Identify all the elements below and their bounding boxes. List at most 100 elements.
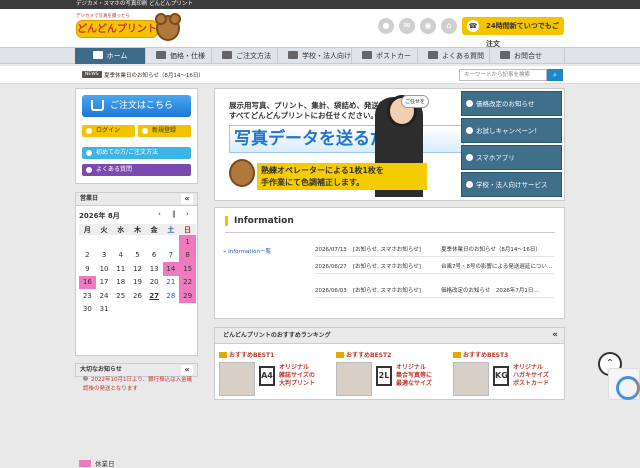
price-icon bbox=[156, 51, 166, 59]
calendar-day[interactable]: 16 bbox=[79, 275, 96, 289]
calendar-day[interactable]: 18 bbox=[112, 276, 129, 290]
calendar-day[interactable]: 30 bbox=[79, 303, 96, 317]
login-button[interactable]: ログイン bbox=[82, 125, 135, 137]
calendar-day[interactable]: 13 bbox=[146, 262, 163, 276]
info-row[interactable]: 2026/06/03 [お知らせ, スマホお知らせ] 価格改定のお知らせ 2026年… bbox=[315, 285, 555, 298]
calendar-day[interactable]: 1 bbox=[179, 235, 196, 249]
nav-price[interactable]: 価格・仕様 bbox=[145, 48, 211, 64]
info-date: 2026/06/03 bbox=[315, 288, 347, 294]
calendar-day bbox=[112, 235, 129, 249]
first-time-button[interactable]: 初めての方/ご注文方法 bbox=[82, 147, 191, 159]
ranking-label: おすすめBEST1 bbox=[219, 350, 274, 359]
calendar-day[interactable]: 24 bbox=[96, 289, 113, 303]
ranking-panel: どんどんプリントのおすすめランキング « おすすめBEST1 A4 オリジナル 雑誌… bbox=[214, 327, 565, 400]
calendar-day[interactable]: 14 bbox=[162, 262, 180, 276]
calendar-day[interactable]: 21 bbox=[163, 276, 180, 290]
ranking-label: おすすめBEST2 bbox=[336, 350, 391, 359]
calendar-day[interactable]: 22 bbox=[179, 275, 196, 289]
info-text: 台風7号・8号の影響による発送遅延につい… bbox=[441, 264, 553, 270]
recaptcha-badge-icon[interactable] bbox=[608, 368, 640, 400]
calendar-day bbox=[129, 303, 146, 317]
calendar-day[interactable]: 27 bbox=[146, 289, 163, 303]
calendar-day[interactable]: 25 bbox=[112, 289, 129, 303]
side-link-smartphone-app[interactable]: スマホアプリ bbox=[461, 145, 562, 170]
school-icon bbox=[288, 51, 298, 59]
calendar-day[interactable]: 8 bbox=[179, 248, 196, 262]
information-panel: Information » Information一覧 2026/07/13 [お… bbox=[214, 207, 565, 319]
collapse-icon[interactable]: « bbox=[552, 331, 558, 340]
ranking-label-text: おすすめBEST2 bbox=[346, 352, 392, 359]
info-row[interactable]: 2026/06/27 [お知らせ, スマホお知らせ] 台風7号・8号の影響による発送… bbox=[315, 261, 555, 274]
ranking-desc-3: 最適なサイズ bbox=[396, 380, 432, 387]
calendar-day[interactable]: 17 bbox=[96, 276, 113, 290]
rss-icon[interactable]: ◉ bbox=[420, 18, 436, 34]
calendar-panel: 2026年 8月 ‹ ‖ › 月火水木金土日 1 2 3 4 5 6 7 8 9 10 11 12 13 1… bbox=[75, 206, 198, 468]
nav-home[interactable]: ホーム bbox=[75, 48, 145, 64]
calendar-day[interactable]: 26 bbox=[129, 289, 146, 303]
logo-tagline: デジカメで写真を撮ったら bbox=[76, 14, 130, 19]
ranking-desc-2: 集合写真等に bbox=[396, 372, 433, 379]
calendar-day[interactable]: 10 bbox=[96, 262, 113, 276]
user-icon[interactable]: ● bbox=[378, 18, 394, 34]
home-icon[interactable]: ⌂ bbox=[441, 18, 457, 34]
calendar-day[interactable]: 7 bbox=[163, 249, 180, 263]
calendar-grid: 月火水木金土日 1 2 3 4 5 6 7 8 9 10 11 12 13 14 15 16 17 18 19 20 21… bbox=[79, 224, 196, 316]
weekday-header: 水 bbox=[112, 224, 130, 235]
collapse-icon[interactable]: « bbox=[181, 194, 193, 204]
calendar-day bbox=[129, 235, 146, 249]
nav-faq[interactable]: よくある質問 bbox=[417, 48, 489, 64]
calendar-day[interactable]: 15 bbox=[179, 262, 196, 276]
nav-order-method[interactable]: ご注文方法 bbox=[211, 48, 277, 64]
calendar-day[interactable]: 23 bbox=[79, 289, 96, 303]
ranking-item-3[interactable]: おすすめBEST3 KG オリジナル ハガキサイズ ポストカード bbox=[451, 350, 559, 400]
crown-icon bbox=[336, 352, 344, 358]
calendar-day[interactable]: 11 bbox=[112, 262, 129, 276]
nav-home-label: ホーム bbox=[106, 52, 128, 60]
calendar-day[interactable]: 5 bbox=[129, 249, 146, 263]
side-link-price-revision[interactable]: 価格改定のお知らせ bbox=[461, 91, 562, 116]
ranking-item-1[interactable]: おすすめBEST1 A4 オリジナル 雑誌サイズの 大判プリント bbox=[217, 350, 325, 400]
pause-icon[interactable]: ‖ bbox=[172, 210, 176, 218]
mail-icon[interactable]: ✉ bbox=[399, 18, 415, 34]
information-list-link[interactable]: » Information一覧 bbox=[223, 247, 271, 255]
calendar-day[interactable]: 2 bbox=[79, 249, 96, 263]
calendar-day[interactable]: 19 bbox=[129, 276, 146, 290]
calendar-day[interactable]: 6 bbox=[146, 249, 163, 263]
info-row[interactable]: 2026/07/13 [お知らせ, スマホお知らせ] 夏季休業日のお知らせ（8月14… bbox=[315, 244, 555, 257]
calendar-day[interactable]: 31 bbox=[96, 303, 113, 317]
calendar-day[interactable]: 12 bbox=[129, 262, 146, 276]
prev-month-icon[interactable]: ‹ bbox=[158, 210, 161, 218]
order-24h-button[interactable]: ☎ 24時間新ていつでもご注文 bbox=[462, 17, 564, 48]
calendar-day[interactable]: 4 bbox=[112, 249, 129, 263]
calendar-day[interactable]: 29 bbox=[179, 289, 196, 303]
nav-contact[interactable]: お問合せ bbox=[489, 48, 565, 64]
calendar-day[interactable]: 20 bbox=[146, 276, 163, 290]
news-ticker-link[interactable]: 夏季休業日のお知らせ（8月14〜16日） bbox=[104, 71, 204, 79]
banner-callout: 熟練オペレーターによる1枚1枚を 手作業にて色調補正します。 bbox=[257, 163, 427, 190]
ranking-photo bbox=[336, 362, 372, 396]
site-logo[interactable]: デジカメで写真を撮ったら どんどんプリント bbox=[76, 13, 186, 43]
side-link-trial-campaign[interactable]: お試しキャンペーン！ bbox=[461, 118, 562, 143]
next-month-icon[interactable]: › bbox=[186, 210, 189, 218]
register-button[interactable]: 新規登録 bbox=[138, 125, 191, 137]
important-title: 大切なお知らせ « bbox=[75, 363, 198, 377]
top-bar: デジカメ・スマホの写真印刷 どんどんプリント bbox=[0, 0, 640, 9]
search-button[interactable]: ⌕ bbox=[547, 69, 563, 81]
collapse-icon[interactable]: « bbox=[181, 365, 193, 375]
buy-now-button[interactable]: ご注文はこちら bbox=[82, 95, 191, 117]
search-input[interactable]: キーワードから記事を検索 bbox=[459, 69, 547, 81]
nav-school[interactable]: 学校・法人向け bbox=[277, 48, 351, 64]
nav-postcard[interactable]: ポストカード bbox=[351, 48, 417, 76]
calendar-day[interactable]: 28 bbox=[163, 289, 180, 303]
important-news-item[interactable]: 2022年10月1日より、銀行振込は入金確認後の発送となります bbox=[83, 376, 195, 394]
faq-button[interactable]: よくある質問 bbox=[82, 164, 191, 176]
hero-banner[interactable]: 展示用写真、プリント、集計、袋詰め、発送等 すべてどんどんプリントにお任せください… bbox=[214, 88, 565, 201]
side-link-school-service[interactable]: 学校・法人向けサービス bbox=[461, 172, 562, 197]
ranking-item-2[interactable]: おすすめBEST2 2L オリジナル 集合写真等に 最適なサイズ bbox=[334, 350, 442, 400]
cart-icon bbox=[91, 100, 104, 111]
calendar-day[interactable]: 9 bbox=[79, 262, 96, 276]
calendar-day bbox=[163, 235, 180, 249]
calendar-day[interactable]: 3 bbox=[96, 249, 113, 263]
ranking-desc-3: ポストカード bbox=[513, 380, 550, 387]
size-code: A4 bbox=[259, 366, 275, 386]
